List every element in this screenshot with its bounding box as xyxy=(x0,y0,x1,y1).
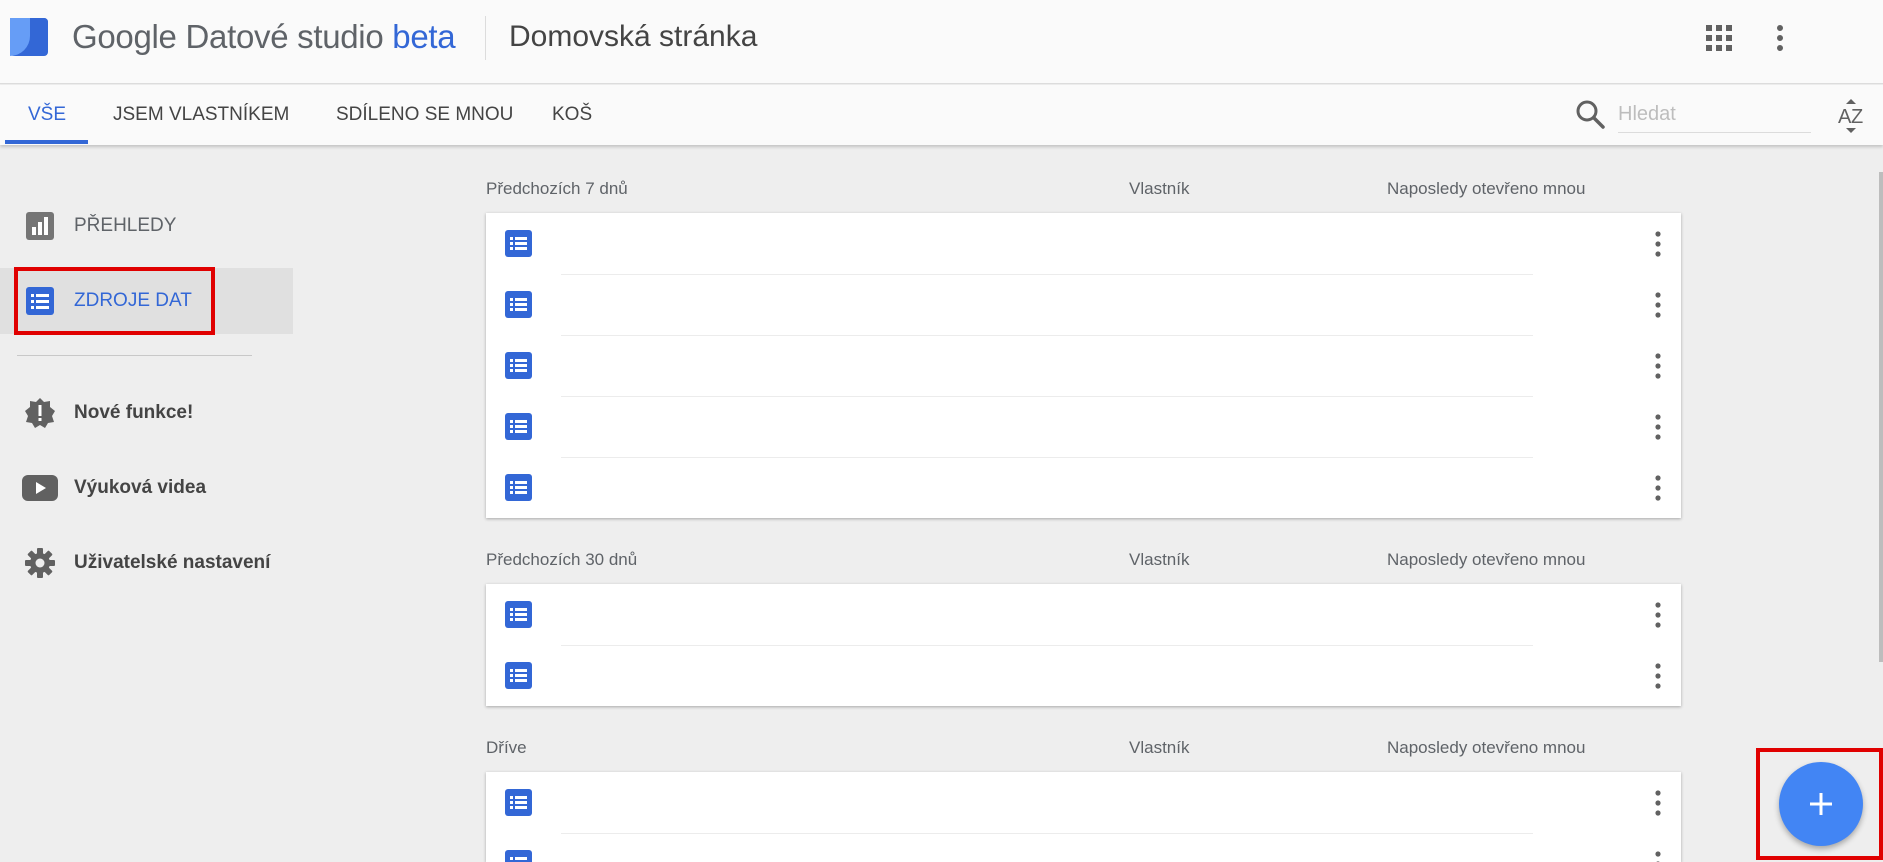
svg-text:A: A xyxy=(1838,106,1852,128)
sidebar-item-data-sources[interactable]: ZDROJE DAT xyxy=(0,268,293,334)
column-owner: Vlastník xyxy=(1129,550,1190,569)
search-icon[interactable] xyxy=(1575,99,1605,129)
brand-name: Google Datové studio beta xyxy=(72,18,456,56)
data-source-icon xyxy=(505,850,532,862)
sidebar-item-label: ZDROJE DAT xyxy=(74,290,192,311)
more-vert-icon[interactable] xyxy=(1651,351,1665,381)
tab-all[interactable]: VŠE xyxy=(28,85,66,145)
list-item[interactable] xyxy=(486,584,1681,645)
column-last-opened: Naposledy otevřeno mnou xyxy=(1387,550,1586,569)
gear-icon xyxy=(25,548,55,578)
list-item[interactable] xyxy=(486,645,1681,706)
data-source-icon xyxy=(505,352,532,379)
list-item[interactable] xyxy=(486,396,1681,457)
header-divider xyxy=(485,16,486,60)
sidebar-item-label: Výuková videa xyxy=(74,477,207,498)
sidebar-item-label: PŘEHLEDY xyxy=(74,215,177,236)
list-item[interactable] xyxy=(486,457,1681,518)
app-header: Google Datové studio beta Domovská strán… xyxy=(0,0,1883,84)
list-item[interactable] xyxy=(486,772,1681,833)
sidebar-item-label: Uživatelské nastavení xyxy=(74,552,271,573)
list-icon xyxy=(26,287,54,315)
page-title: Domovská stránka xyxy=(509,20,758,53)
data-source-icon xyxy=(505,789,532,816)
data-source-icon xyxy=(505,291,532,318)
play-icon xyxy=(22,475,58,501)
column-last-opened: Naposledy otevřeno mnou xyxy=(1387,179,1586,198)
tab-bar: VŠE JSEM VLASTNÍKEM SDÍLENO SE MNOU KOŠ … xyxy=(0,85,1883,145)
list-item[interactable] xyxy=(486,335,1681,396)
data-source-list xyxy=(486,584,1681,706)
data-source-list xyxy=(486,213,1681,518)
data-source-icon xyxy=(505,601,532,628)
more-vert-icon[interactable] xyxy=(1651,290,1665,320)
more-vert-icon[interactable] xyxy=(1770,24,1790,52)
more-vert-icon[interactable] xyxy=(1651,661,1665,691)
sidebar-item-user-settings[interactable]: Uživatelské nastavení xyxy=(0,530,293,596)
section-title: Předchozích 30 dnů xyxy=(486,550,638,569)
apps-grid-icon[interactable] xyxy=(1706,25,1732,51)
data-source-icon xyxy=(505,662,532,689)
data-source-icon xyxy=(505,413,532,440)
sidebar-divider xyxy=(17,355,252,356)
data-studio-logo-icon xyxy=(10,18,48,56)
more-vert-icon[interactable] xyxy=(1651,473,1665,503)
section-title: Předchozích 7 dnů xyxy=(486,179,628,198)
sort-az-icon[interactable]: A Z xyxy=(1836,99,1866,133)
sidebar-item-reports[interactable]: PŘEHLEDY xyxy=(0,193,293,259)
more-vert-icon[interactable] xyxy=(1651,412,1665,442)
more-vert-icon[interactable] xyxy=(1651,229,1665,259)
sidebar-item-tutorial-videos[interactable]: Výuková videa xyxy=(0,455,293,521)
scrollbar[interactable] xyxy=(1879,172,1883,662)
active-tab-indicator xyxy=(5,140,88,144)
alert-badge-icon xyxy=(25,398,55,428)
brand-product: Datové studio xyxy=(185,18,384,55)
plus-icon xyxy=(1810,793,1832,815)
brand-google: Google xyxy=(72,18,177,55)
sidebar-item-label: Nové funkce! xyxy=(74,402,194,423)
tab-shared-with-me[interactable]: SDÍLENO SE MNOU xyxy=(336,85,513,145)
data-source-list xyxy=(486,772,1681,862)
create-new-button[interactable] xyxy=(1779,762,1863,846)
brand-beta: beta xyxy=(392,18,456,55)
tab-owned-by-me[interactable]: JSEM VLASTNÍKEM xyxy=(113,85,289,145)
column-last-opened: Naposledy otevřeno mnou xyxy=(1387,738,1586,757)
bar-chart-icon xyxy=(26,212,54,240)
column-owner: Vlastník xyxy=(1129,179,1190,198)
data-source-icon xyxy=(505,230,532,257)
more-vert-icon[interactable] xyxy=(1651,849,1665,862)
svg-text:Z: Z xyxy=(1851,106,1863,128)
list-item[interactable] xyxy=(486,833,1681,862)
more-vert-icon[interactable] xyxy=(1651,788,1665,818)
list-item[interactable] xyxy=(486,274,1681,335)
column-owner: Vlastník xyxy=(1129,738,1190,757)
data-source-icon xyxy=(505,474,532,501)
list-item[interactable] xyxy=(486,213,1681,274)
section-title: Dříve xyxy=(486,738,527,757)
more-vert-icon[interactable] xyxy=(1651,600,1665,630)
sidebar-item-new-features[interactable]: Nové funkce! xyxy=(0,380,293,446)
search-input[interactable] xyxy=(1618,97,1811,133)
tab-trash[interactable]: KOŠ xyxy=(552,85,592,145)
